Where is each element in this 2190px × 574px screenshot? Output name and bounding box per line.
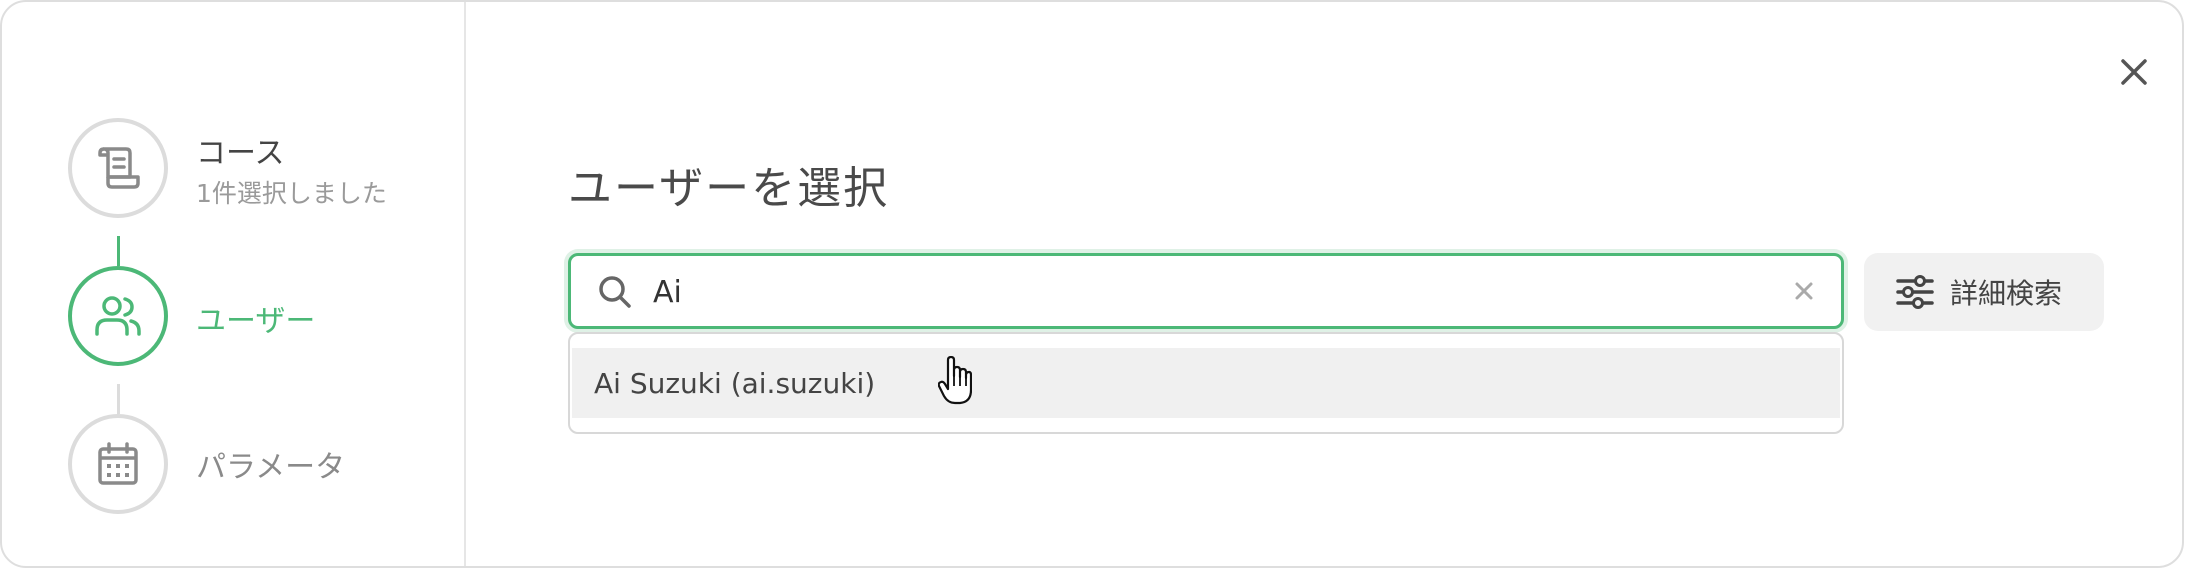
step-course-title: コース — [196, 136, 285, 171]
close-button[interactable] — [2114, 52, 2154, 92]
user-search-box[interactable] — [568, 253, 1844, 329]
search-results-dropdown: Ai Suzuki (ai.suzuki) — [568, 332, 1844, 434]
page-title: ユーザーを選択 — [568, 163, 890, 214]
select-user-dialog: コース 1件選択しました ユーザー パラメータ ユーザーを選択 Ai Ai Su… — [0, 0, 2184, 568]
step-users-circle[interactable] — [68, 266, 168, 366]
hand-pointer-cursor-icon — [938, 356, 972, 405]
document-icon — [98, 147, 140, 189]
calendar-icon — [98, 442, 138, 485]
step-connector — [117, 384, 120, 414]
step-parameters-circle[interactable] — [68, 414, 168, 514]
users-icon — [95, 296, 141, 336]
sliders-icon — [1896, 275, 1934, 309]
step-users-title: ユーザー — [196, 304, 316, 339]
clear-icon — [1795, 282, 1813, 300]
step-course-subtitle: 1件選択しました — [196, 179, 387, 208]
step-connector — [117, 236, 120, 266]
step-course-circle[interactable] — [68, 118, 168, 218]
advanced-search-label: 詳細検索 — [1950, 277, 2063, 310]
search-result-item[interactable]: Ai Suzuki (ai.suzuki) — [572, 348, 1840, 418]
stepper-sidebar: コース 1件選択しました ユーザー パラメータ — [2, 2, 466, 566]
advanced-search-button[interactable]: 詳細検索 — [1864, 253, 2104, 331]
clear-search-button[interactable] — [1791, 278, 1817, 304]
search-input[interactable] — [651, 264, 1735, 320]
close-icon — [2121, 59, 2147, 85]
step-parameters-title: パラメータ — [196, 450, 346, 485]
search-icon — [599, 276, 631, 308]
